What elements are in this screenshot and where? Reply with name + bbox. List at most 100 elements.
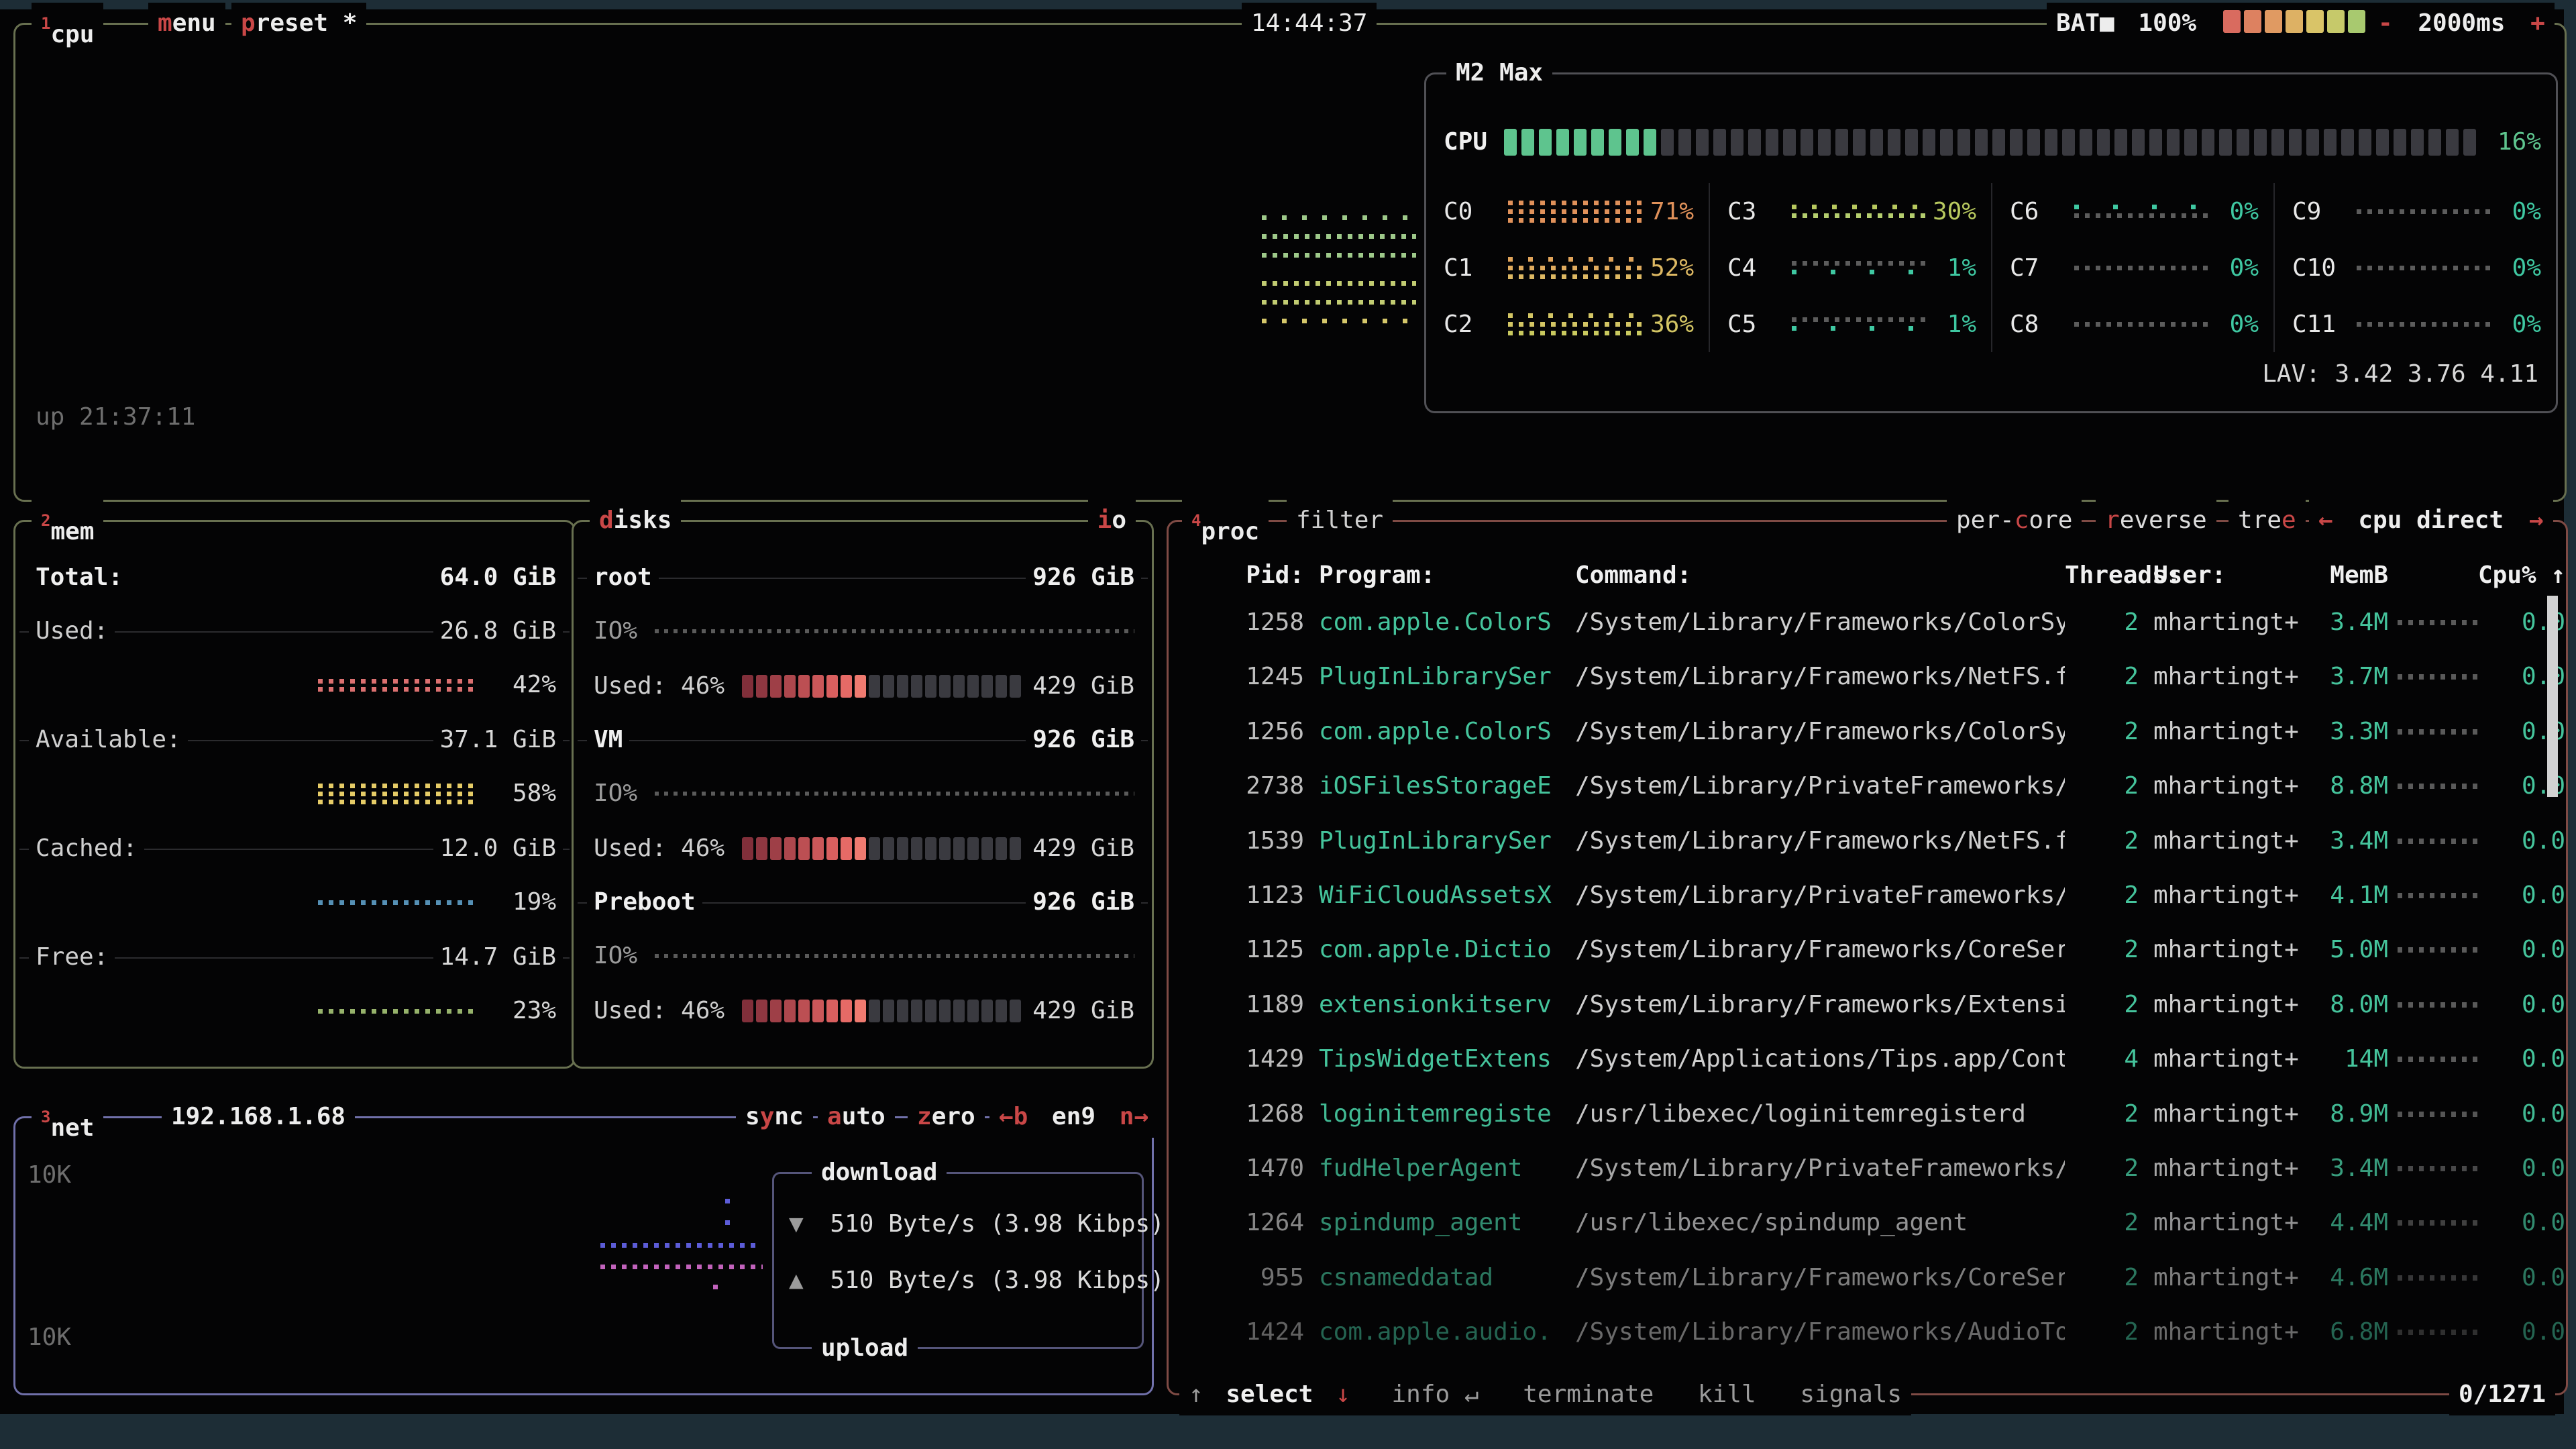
kill-button[interactable]: kill — [1698, 1381, 1756, 1408]
process-user: mhartingt+ — [2153, 767, 2314, 805]
core-usage-graph — [1792, 261, 1926, 274]
meter-block — [1957, 129, 1970, 156]
dot-graph-row — [1262, 300, 1416, 305]
per-core-toggle[interactable]: per-core — [1947, 500, 2082, 541]
net-sync-button[interactable]: sync — [736, 1096, 813, 1138]
process-threads: 2 — [2065, 713, 2139, 751]
process-user: mhartingt+ — [2153, 1095, 2314, 1133]
disk-name: Preboot — [587, 888, 702, 916]
net-speed-box: download ▼ 510 Byte/s (3.98 Kibps) ▲ 510… — [772, 1172, 1144, 1349]
process-row[interactable]: 1123WiFiCloudAssetsX/System/Library/Priv… — [1186, 877, 2539, 914]
process-command: /System/Library/Frameworks/ExtensionF — [1575, 986, 2065, 1024]
process-pid: 1539 — [1186, 822, 1304, 860]
process-command: /System/Library/Frameworks/CoreServic — [1575, 1259, 2065, 1297]
tab-mem[interactable]: 2mem — [32, 500, 103, 541]
core-usage-graph — [1792, 205, 1926, 218]
process-mem: 8.0M — [2314, 986, 2388, 1024]
process-row[interactable]: 1268loginitemregiste/usr/libexec/loginit… — [1186, 1095, 2539, 1133]
meter-block — [2114, 129, 2127, 156]
process-row[interactable]: 1424com.apple.audio./System/Library/Fram… — [1186, 1313, 2539, 1351]
process-row[interactable]: 1429TipsWidgetExtens/System/Applications… — [1186, 1040, 2539, 1078]
process-row[interactable]: 1539PlugInLibrarySer/System/Library/Fram… — [1186, 822, 2539, 860]
interval-decrease-button[interactable]: - — [2378, 9, 2393, 37]
dot-graph-row — [725, 1199, 752, 1203]
meter-block — [784, 1000, 796, 1022]
meter-block — [925, 1000, 936, 1022]
dot-graph-row — [1792, 261, 1926, 266]
tab-proc[interactable]: 4proc — [1182, 500, 1269, 541]
dot-graph-row — [1508, 274, 1642, 279]
meter-block — [756, 675, 767, 698]
meter-block — [2463, 129, 2476, 156]
meter-block — [826, 837, 838, 860]
interval-increase-button[interactable]: + — [2530, 9, 2545, 37]
reverse-toggle[interactable]: reverse — [2096, 500, 2216, 541]
net-interface-switcher[interactable]: ←b en9 n→ — [989, 1096, 1158, 1138]
process-row[interactable]: 1258com.apple.ColorS/System/Library/Fram… — [1186, 604, 2539, 641]
meter-block — [812, 675, 824, 698]
menu-button[interactable]: menu — [148, 3, 225, 44]
meter-block — [2289, 129, 2302, 156]
process-user: mhartingt+ — [2153, 1040, 2314, 1078]
process-row[interactable]: 1189extensionkitserv/System/Library/Fram… — [1186, 986, 2539, 1024]
sort-selector[interactable]: ← cpu direct → — [2309, 500, 2553, 541]
select-down-icon[interactable]: ↓ — [1336, 1381, 1350, 1408]
process-row[interactable]: 955csnameddatad/System/Library/Framework… — [1186, 1259, 2539, 1297]
io-mode-button[interactable]: io — [1088, 500, 1136, 541]
process-row[interactable]: 1245PlugInLibrarySer/System/Library/Fram… — [1186, 658, 2539, 696]
process-row[interactable]: 1125com.apple.Dictio/System/Library/Fram… — [1186, 931, 2539, 969]
sort-column-header[interactable]: Cpu% ↑ — [2478, 557, 2565, 594]
terminate-button[interactable]: terminate — [1523, 1381, 1654, 1408]
select-up-icon[interactable]: ↑ — [1189, 1381, 1203, 1408]
mem-entry-label: Used: — [29, 617, 115, 645]
dot-graph-row — [318, 784, 476, 788]
mem-entry-row: Free:14.7 GiB — [15, 939, 574, 975]
mem-entry-meter-row: 19% — [15, 884, 574, 920]
preset-button[interactable]: preset * — [231, 3, 366, 44]
disk-size: 926 GiB — [1026, 722, 1141, 758]
net-auto-button[interactable]: auto — [818, 1096, 895, 1138]
next-interface-button[interactable]: n→ — [1120, 1103, 1148, 1130]
core-usage-graph — [2357, 209, 2491, 214]
process-row[interactable]: 2738iOSFilesStorageE/System/Library/Priv… — [1186, 767, 2539, 805]
process-mem-graph — [2398, 1330, 2478, 1335]
sort-mode: cpu direct — [2358, 506, 2504, 534]
process-program: loginitemregiste — [1319, 1095, 1560, 1133]
core-usage-graph — [2074, 266, 2208, 270]
prev-interface-button[interactable]: ←b — [999, 1103, 1028, 1130]
interval-value: 2000ms — [2418, 9, 2505, 37]
disk-io-graph — [655, 629, 1134, 633]
core-name: C9 — [2292, 198, 2357, 225]
meter-block — [2341, 129, 2354, 156]
signals-button[interactable]: signals — [1800, 1381, 1902, 1408]
process-row[interactable]: 1256com.apple.ColorS/System/Library/Fram… — [1186, 713, 2539, 751]
tab-net[interactable]: 3net — [32, 1096, 103, 1138]
sort-next-icon[interactable]: → — [2529, 506, 2544, 534]
scrollbar-thumb[interactable] — [2547, 596, 2558, 797]
process-program: com.apple.ColorS — [1319, 604, 1560, 641]
meter-block — [2202, 129, 2214, 156]
process-row[interactable]: 1470fudHelperAgent/System/Library/Privat… — [1186, 1150, 2539, 1187]
meter-block — [2045, 129, 2057, 156]
process-threads: 2 — [2065, 1313, 2139, 1351]
cpu-total-row: CPU 16% — [1444, 128, 2541, 156]
dot-graph-row — [1508, 331, 1642, 335]
process-user: mhartingt+ — [2153, 986, 2314, 1024]
process-cpu: 0.0 — [2478, 1313, 2565, 1351]
process-mem: 6.8M — [2314, 1313, 2388, 1351]
net-zero-button[interactable]: zero — [908, 1096, 985, 1138]
chip-name: M2 Max — [1446, 52, 1552, 94]
tab-cpu[interactable]: 1cpu — [32, 3, 103, 44]
process-command: /System/Applications/Tips.app/Content — [1575, 1040, 2065, 1078]
process-row[interactable]: 1264spindump_agent/usr/libexec/spindump_… — [1186, 1204, 2539, 1242]
tree-toggle[interactable]: tree — [2229, 500, 2306, 541]
process-user: mhartingt+ — [2153, 604, 2314, 641]
meter-block — [2080, 129, 2092, 156]
process-pid: 1264 — [1186, 1204, 1304, 1242]
filter-button[interactable]: filter — [1287, 500, 1393, 541]
disk-name-row: Preboot926 GiB — [574, 884, 1152, 920]
meter-block — [841, 675, 852, 698]
info-button[interactable]: info ↵ — [1391, 1381, 1479, 1408]
meter-block — [2132, 129, 2145, 156]
sort-prev-icon[interactable]: ← — [2318, 506, 2333, 534]
